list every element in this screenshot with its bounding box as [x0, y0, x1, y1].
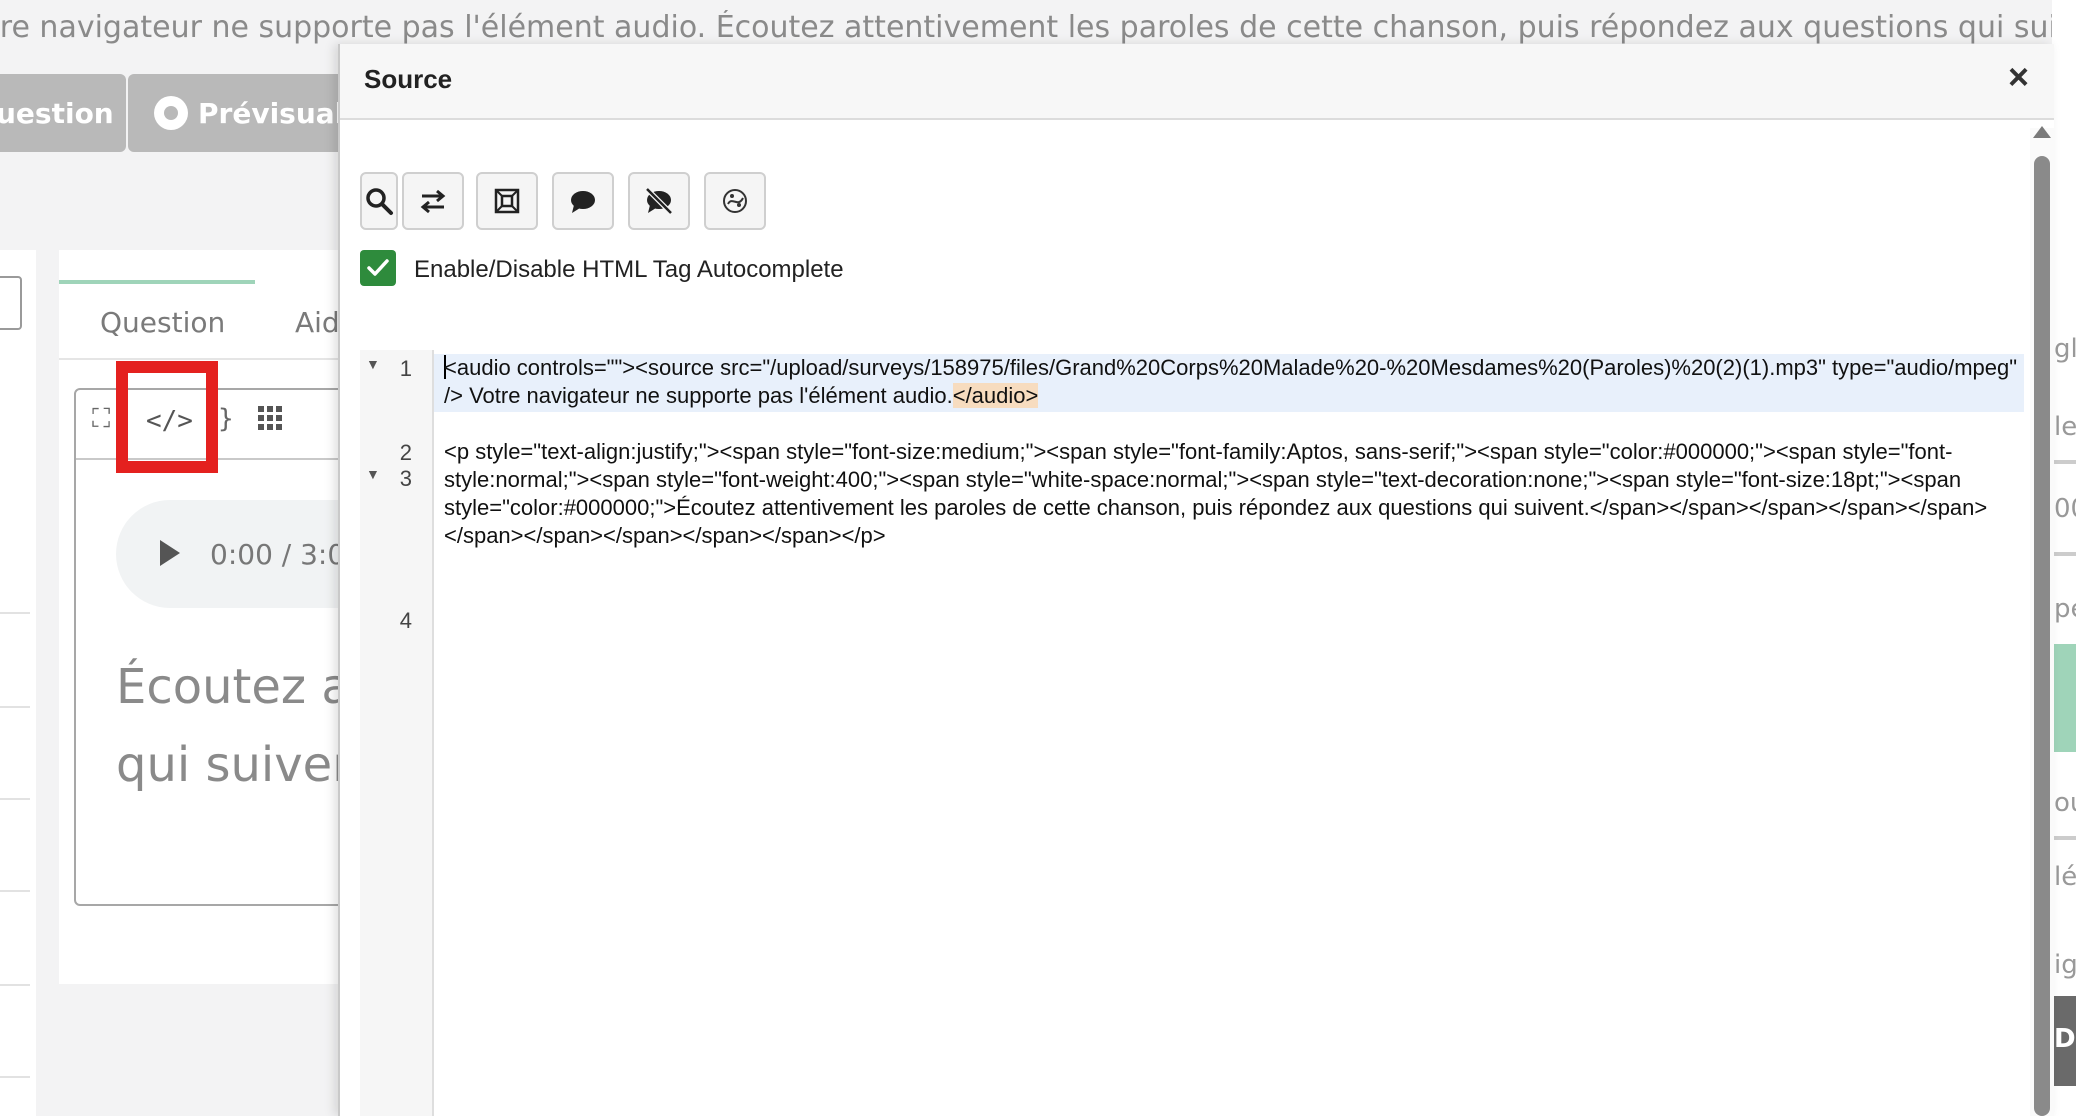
play-icon[interactable] — [160, 540, 180, 566]
beautify-icon — [723, 189, 747, 213]
line-number: 3 — [399, 466, 412, 491]
close-button[interactable]: × — [2008, 56, 2029, 98]
left-panel-input[interactable] — [0, 276, 22, 330]
left-divider — [0, 984, 30, 986]
beautify-button[interactable] — [704, 172, 766, 230]
line-number: 2 — [399, 440, 412, 465]
autocomplete-checkbox[interactable] — [360, 250, 396, 286]
left-divider — [0, 1076, 30, 1078]
right-panel-divider — [2054, 836, 2076, 840]
add-question-label: uestion — [0, 96, 114, 130]
left-divider — [0, 706, 30, 708]
checkmark-icon — [367, 259, 389, 276]
left-panel — [0, 250, 36, 1116]
dialog-header: Source × — [340, 44, 2054, 120]
right-panel-divider — [2054, 460, 2076, 464]
comment-icon — [571, 191, 595, 213]
right-panel-text: gl — [2054, 334, 2076, 364]
uncomment-icon — [645, 187, 673, 215]
uncomment-button[interactable] — [628, 172, 690, 230]
right-panel-text: le — [2054, 412, 2076, 442]
line-number: 1 — [399, 356, 412, 381]
replace-icon — [420, 189, 446, 214]
highlight-annotation-box — [116, 361, 218, 473]
right-panel-text: 00 — [2054, 494, 2076, 524]
right-panel — [2052, 0, 2076, 1116]
scroll-up-arrow[interactable] — [2033, 126, 2051, 138]
line-number: 4 — [399, 608, 412, 633]
left-divider — [0, 798, 30, 800]
replace-button[interactable] — [402, 172, 464, 230]
tab-aid[interactable]: Aid — [295, 306, 340, 339]
brace-icon[interactable]: } — [218, 404, 234, 434]
grid-icon[interactable] — [256, 404, 284, 440]
code-line-1-text: audio controls=""><source src="/upload/s… — [444, 355, 2024, 408]
active-tab-indicator — [59, 280, 255, 284]
autocomplete-label: Enable/Disable HTML Tag Autocomplete — [414, 256, 844, 283]
source-dialog: Source × Enable/Disable HTML Tag Autocom… — [338, 44, 2054, 1116]
fullscreen-icon — [494, 188, 520, 214]
right-panel-text: pe — [2054, 594, 2076, 624]
right-panel-divider — [2054, 552, 2076, 556]
search-button[interactable] — [360, 172, 398, 230]
eye-icon — [154, 96, 188, 130]
left-divider — [0, 890, 30, 892]
right-panel-button-label: Du — [2054, 1024, 2076, 1054]
comment-button[interactable] — [552, 172, 614, 230]
tab-question[interactable]: Question — [100, 306, 225, 339]
right-panel-toggle[interactable] — [2052, 644, 2076, 752]
code-line-1-lt: < — [444, 355, 457, 380]
dialog-title: Source — [364, 64, 453, 94]
right-panel-text: lé — [2054, 862, 2076, 892]
matching-close-tag: </audio> — [952, 383, 1039, 408]
left-divider — [0, 612, 30, 614]
search-icon — [366, 188, 393, 215]
code-line-1[interactable]: <audio controls=""><source src="/upload/… — [444, 354, 2020, 410]
maximize-icon[interactable]: ⛶ — [92, 404, 110, 435]
add-question-button[interactable]: uestion — [0, 74, 126, 152]
question-text-preview: tre navigateur ne supporte pas l'élément… — [0, 10, 2076, 45]
fullscreen-button[interactable] — [476, 172, 538, 230]
scrollbar-thumb[interactable] — [2034, 156, 2050, 1116]
right-panel-text: ig — [2054, 950, 2076, 980]
right-panel-text: ou — [2054, 788, 2076, 818]
code-line-3[interactable]: <p style="text-align:justify;"><span sty… — [444, 438, 2020, 550]
